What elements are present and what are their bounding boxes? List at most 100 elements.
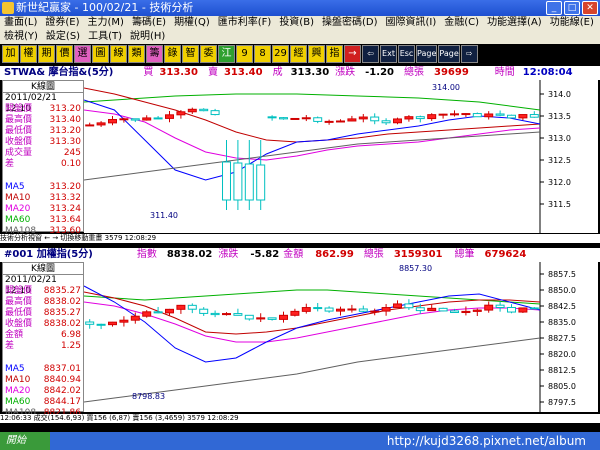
candle-body	[393, 303, 402, 309]
panel-row-value: 6.98	[60, 330, 81, 340]
toolbar-button-2[interactable]: 期	[38, 45, 55, 63]
candle-body	[324, 120, 334, 123]
y-tick-label: 8820.0	[548, 350, 576, 359]
toolbar-button-24[interactable]: Page	[438, 45, 460, 63]
ma-row: MA20 313.24	[3, 204, 83, 215]
toolbar-button-13[interactable]: 9	[236, 45, 253, 63]
candle-body	[290, 117, 300, 120]
start-button[interactable]: 開始	[0, 432, 50, 450]
toolbar-button-5[interactable]: 圖	[92, 45, 109, 63]
toolbar-button-25[interactable]: ⇨	[460, 45, 478, 63]
candle-body	[279, 117, 288, 120]
menu-item-b-3[interactable]: 說明(H)	[126, 30, 169, 44]
candle-body	[427, 307, 437, 312]
ma-label: MA10	[5, 375, 31, 385]
maximize-button[interactable]: □	[564, 1, 580, 15]
menu-item-b-1[interactable]: 設定(S)	[42, 30, 84, 44]
candle-body	[484, 304, 494, 311]
y-tick-label: 8797.5	[548, 398, 576, 407]
candle-body	[108, 321, 117, 326]
toolbar-button-18[interactable]: 指	[326, 45, 343, 63]
candle-body	[142, 311, 152, 317]
ma-value: 313.32	[49, 193, 82, 203]
candle-body	[244, 314, 254, 320]
toolbar-button-11[interactable]: 委	[200, 45, 217, 63]
candle-body	[233, 313, 243, 316]
index-kline-chart[interactable]: 8857.5 8850.0 8842.5 8835.0 8827.5 8820.0 8812…	[84, 262, 598, 412]
menu-item-a-10[interactable]: 功能選擇(A)	[483, 16, 546, 30]
stock-symbol[interactable]: STWA& 摩台指&(5分)	[0, 66, 113, 80]
change-label: 漲跌	[335, 67, 356, 78]
toolbar-button-6[interactable]: 線	[110, 45, 127, 63]
panel-row: 最高價 313.40	[3, 115, 83, 126]
panel-row-value: 0.10	[60, 159, 81, 169]
menu-item-a-0[interactable]: 畫面(L)	[0, 16, 41, 30]
menu-item-b-0[interactable]: 檢視(Y)	[0, 30, 42, 44]
close-button[interactable]: ✕	[582, 1, 598, 15]
panel-row-value: 8835.27	[43, 286, 81, 296]
toolbar-button-20[interactable]: ⇦	[362, 45, 379, 63]
ma-label: MA5	[5, 364, 25, 374]
menu-item-a-2[interactable]: 主力(M)	[84, 16, 128, 30]
ma-value: 313.64	[49, 215, 82, 225]
toolbar-button-10[interactable]: 智	[182, 45, 199, 63]
toolbar-button-17[interactable]: 興	[308, 45, 325, 63]
menu-item-b-2[interactable]: 工具(T)	[84, 30, 126, 44]
candle-body	[279, 314, 288, 320]
toolbar-button-21[interactable]: Ext	[380, 45, 397, 63]
trading-app-window: 新世紀贏家 - 100/02/21 - 技術分析 _ □ ✕ 畫面(L) 證券(E…	[0, 0, 600, 450]
panel-row-label: 開盤價	[5, 286, 33, 296]
toolbar-button-1[interactable]: 權	[20, 45, 37, 63]
panel-row-value: 313.20	[49, 126, 82, 136]
chart-background	[84, 262, 598, 412]
toolbar-button-0[interactable]: 加	[2, 45, 19, 63]
y-tick-label: 8835.0	[548, 318, 576, 327]
menu-item-a-3[interactable]: 籌碼(E)	[128, 16, 170, 30]
toolbar-button-14[interactable]: 8	[254, 45, 271, 63]
candle-body	[347, 308, 357, 311]
toolbar-button-16[interactable]: 經	[290, 45, 307, 63]
menu-item-a-7[interactable]: 操盤密碼(D)	[318, 16, 382, 30]
y-tick-label: 314.0	[548, 90, 571, 99]
toolbar-button-12[interactable]: 江	[218, 45, 235, 63]
candle-body	[165, 114, 174, 119]
index-status-line: 12:06:33 成交(154.6,93) 買156 (6,87) 賣156 (…	[0, 414, 600, 423]
ma-value: 8837.01	[43, 364, 81, 374]
candle-body	[267, 116, 277, 119]
y-tick-label: 8827.5	[548, 334, 576, 343]
toolbar-button-19[interactable]: →	[344, 45, 361, 63]
menu-item-a-4[interactable]: 期權(Q)	[170, 16, 214, 30]
panel-row-label: 收盤價	[5, 319, 33, 329]
toolbar-button-22[interactable]: Esc	[398, 45, 415, 63]
toolbar-button-4[interactable]: 選	[74, 45, 91, 63]
toolbar-button-3[interactable]: 價	[56, 45, 73, 63]
ma-value: 8844.17	[43, 397, 81, 407]
menu-item-a-1[interactable]: 證券(E)	[41, 16, 83, 30]
toolbar-button-8[interactable]: 籌	[146, 45, 163, 63]
toolbar-button-23[interactable]: Page	[416, 45, 438, 63]
y-tick-label: 312.0	[548, 178, 571, 187]
toolbar-button-15[interactable]: 29	[272, 45, 289, 63]
menu-item-a-8[interactable]: 國際資訊(I)	[382, 16, 441, 30]
ma-value: 313.24	[49, 204, 82, 214]
panel-row: 最低價 8835.27	[3, 308, 83, 319]
candle-body	[507, 114, 516, 119]
ma-row: MA20 8842.02	[3, 386, 83, 397]
stock-kline-chart[interactable]: 314.0 313.5 313.0 312.5 312.0 311.5 314.00 311.…	[84, 80, 598, 233]
toolbar-button-9[interactable]: 錄	[164, 45, 181, 63]
index-symbol[interactable]: #001 加權指(5分)	[0, 248, 93, 262]
candle-body	[358, 116, 368, 120]
candle-body	[336, 308, 345, 312]
panel-row-label: 金額	[5, 330, 24, 340]
toolbar-button-7[interactable]: 類	[128, 45, 145, 63]
menu-item-a-9[interactable]: 金融(C)	[440, 16, 483, 30]
panel-row-value: 8838.02	[43, 297, 81, 307]
ma-row: MA5 313.20	[3, 182, 83, 193]
menu-item-a-6[interactable]: 投資(B)	[275, 16, 318, 30]
app-icon	[2, 2, 14, 14]
minimize-button[interactable]: _	[546, 1, 562, 15]
menu-item-a-5[interactable]: 匯市利率(F)	[214, 16, 276, 30]
amount-value: 862.99	[315, 249, 354, 260]
menu-item-a-11[interactable]: 功能線(E)	[546, 16, 598, 30]
candle-body	[210, 312, 220, 316]
